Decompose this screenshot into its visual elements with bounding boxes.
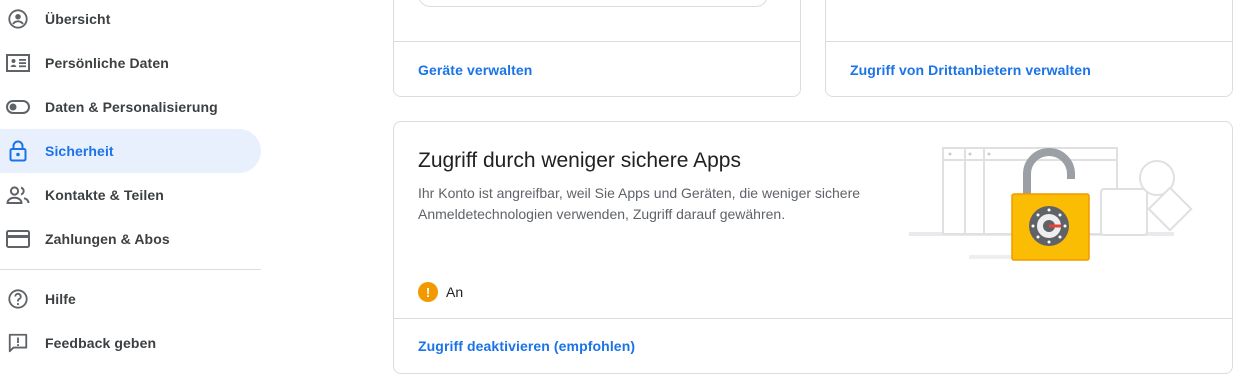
card-divider <box>826 41 1232 42</box>
status-label: An <box>446 284 464 300</box>
id-card-icon <box>6 51 30 75</box>
people-icon <box>6 183 30 207</box>
sidebar-item-label: Zahlungen & Abos <box>45 231 170 247</box>
less-secure-apps-card: Zugriff durch weniger sichere Apps Ihr K… <box>393 121 1233 374</box>
sidebar-item-payments-subscriptions[interactable]: Zahlungen & Abos <box>0 217 261 261</box>
device-list-fragment <box>418 0 768 7</box>
sidebar-item-data-personalization[interactable]: Daten & Personalisierung <box>0 85 261 129</box>
sidebar-item-label: Kontakte & Teilen <box>45 187 164 203</box>
credit-card-icon <box>6 227 30 251</box>
sidebar-item-overview[interactable]: Übersicht <box>0 0 261 41</box>
warning-icon: ! <box>418 282 438 302</box>
open-padlock-illustration <box>909 142 1209 267</box>
manage-devices-link[interactable]: Geräte verwalten <box>418 62 532 78</box>
sidebar-item-label: Daten & Personalisierung <box>45 99 218 115</box>
sidebar-item-label: Feedback geben <box>45 335 157 351</box>
lock-icon <box>6 139 30 163</box>
help-icon <box>6 287 30 311</box>
sidebar-nav: Übersicht Persönliche Daten Daten & Pers… <box>0 0 262 388</box>
sidebar-item-label: Hilfe <box>45 291 76 307</box>
devices-card: Geräte verwalten <box>393 0 801 97</box>
account-circle-icon <box>6 7 30 31</box>
sidebar-item-feedback[interactable]: Feedback geben <box>0 321 261 365</box>
card-description: Ihr Konto ist angreifbar, weil Sie Apps … <box>418 185 861 222</box>
card-divider <box>394 41 800 42</box>
access-status: ! An <box>418 282 463 302</box>
third-party-access-card: Zugriff von Drittanbietern verwalten <box>825 0 1233 97</box>
sidebar-item-personal-info[interactable]: Persönliche Daten <box>0 41 261 85</box>
sidebar-item-help[interactable]: Hilfe <box>0 277 261 321</box>
card-divider <box>394 318 1232 319</box>
sidebar-item-label: Persönliche Daten <box>45 55 169 71</box>
card-title: Zugriff durch weniger sichere Apps <box>418 149 741 172</box>
manage-third-party-access-link[interactable]: Zugriff von Drittanbietern verwalten <box>850 62 1091 78</box>
sidebar-item-contacts-sharing[interactable]: Kontakte & Teilen <box>0 173 261 217</box>
sidebar-item-security[interactable]: Sicherheit <box>0 129 261 173</box>
feedback-icon <box>6 331 30 355</box>
sidebar-divider <box>0 269 261 270</box>
toggle-icon <box>6 95 30 119</box>
sidebar-item-label: Sicherheit <box>45 143 114 159</box>
sidebar-item-label: Übersicht <box>45 11 111 27</box>
disable-access-link[interactable]: Zugriff deaktivieren (empfohlen) <box>418 338 635 354</box>
